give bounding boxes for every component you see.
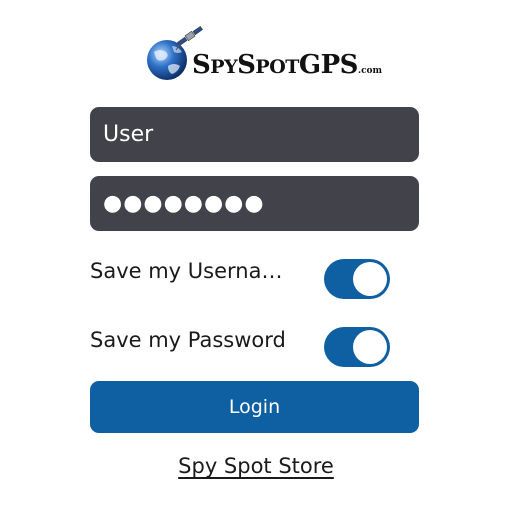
password-input[interactable]: ●●●●●●●● [90,176,419,231]
password-mask: ●●●●●●●● [103,191,265,216]
save-username-toggle[interactable] [324,259,390,299]
brand-part-3: S [237,50,256,80]
login-button-label: Login [228,396,281,418]
brand-part-4: POT [255,56,299,78]
brand-tld: .com [357,66,383,76]
app-logo: SPYSPOTGPS.com [140,22,382,86]
brand-part-2: PY [210,56,238,78]
toggle-knob [353,262,387,296]
save-username-label: Save my Userna… [90,259,283,283]
spy-spot-store-link[interactable]: Spy Spot Store [0,454,512,478]
save-password-toggle[interactable] [324,327,390,367]
toggle-knob [353,330,387,364]
brand-name: SPYSPOTGPS.com [192,52,382,78]
save-password-label: Save my Password [90,328,286,352]
brand-part-5: GPS [298,50,359,80]
login-button[interactable]: Login [90,381,419,433]
username-value: User [103,122,154,147]
username-input[interactable]: User [90,107,419,162]
brand-part-1: S [192,50,211,80]
